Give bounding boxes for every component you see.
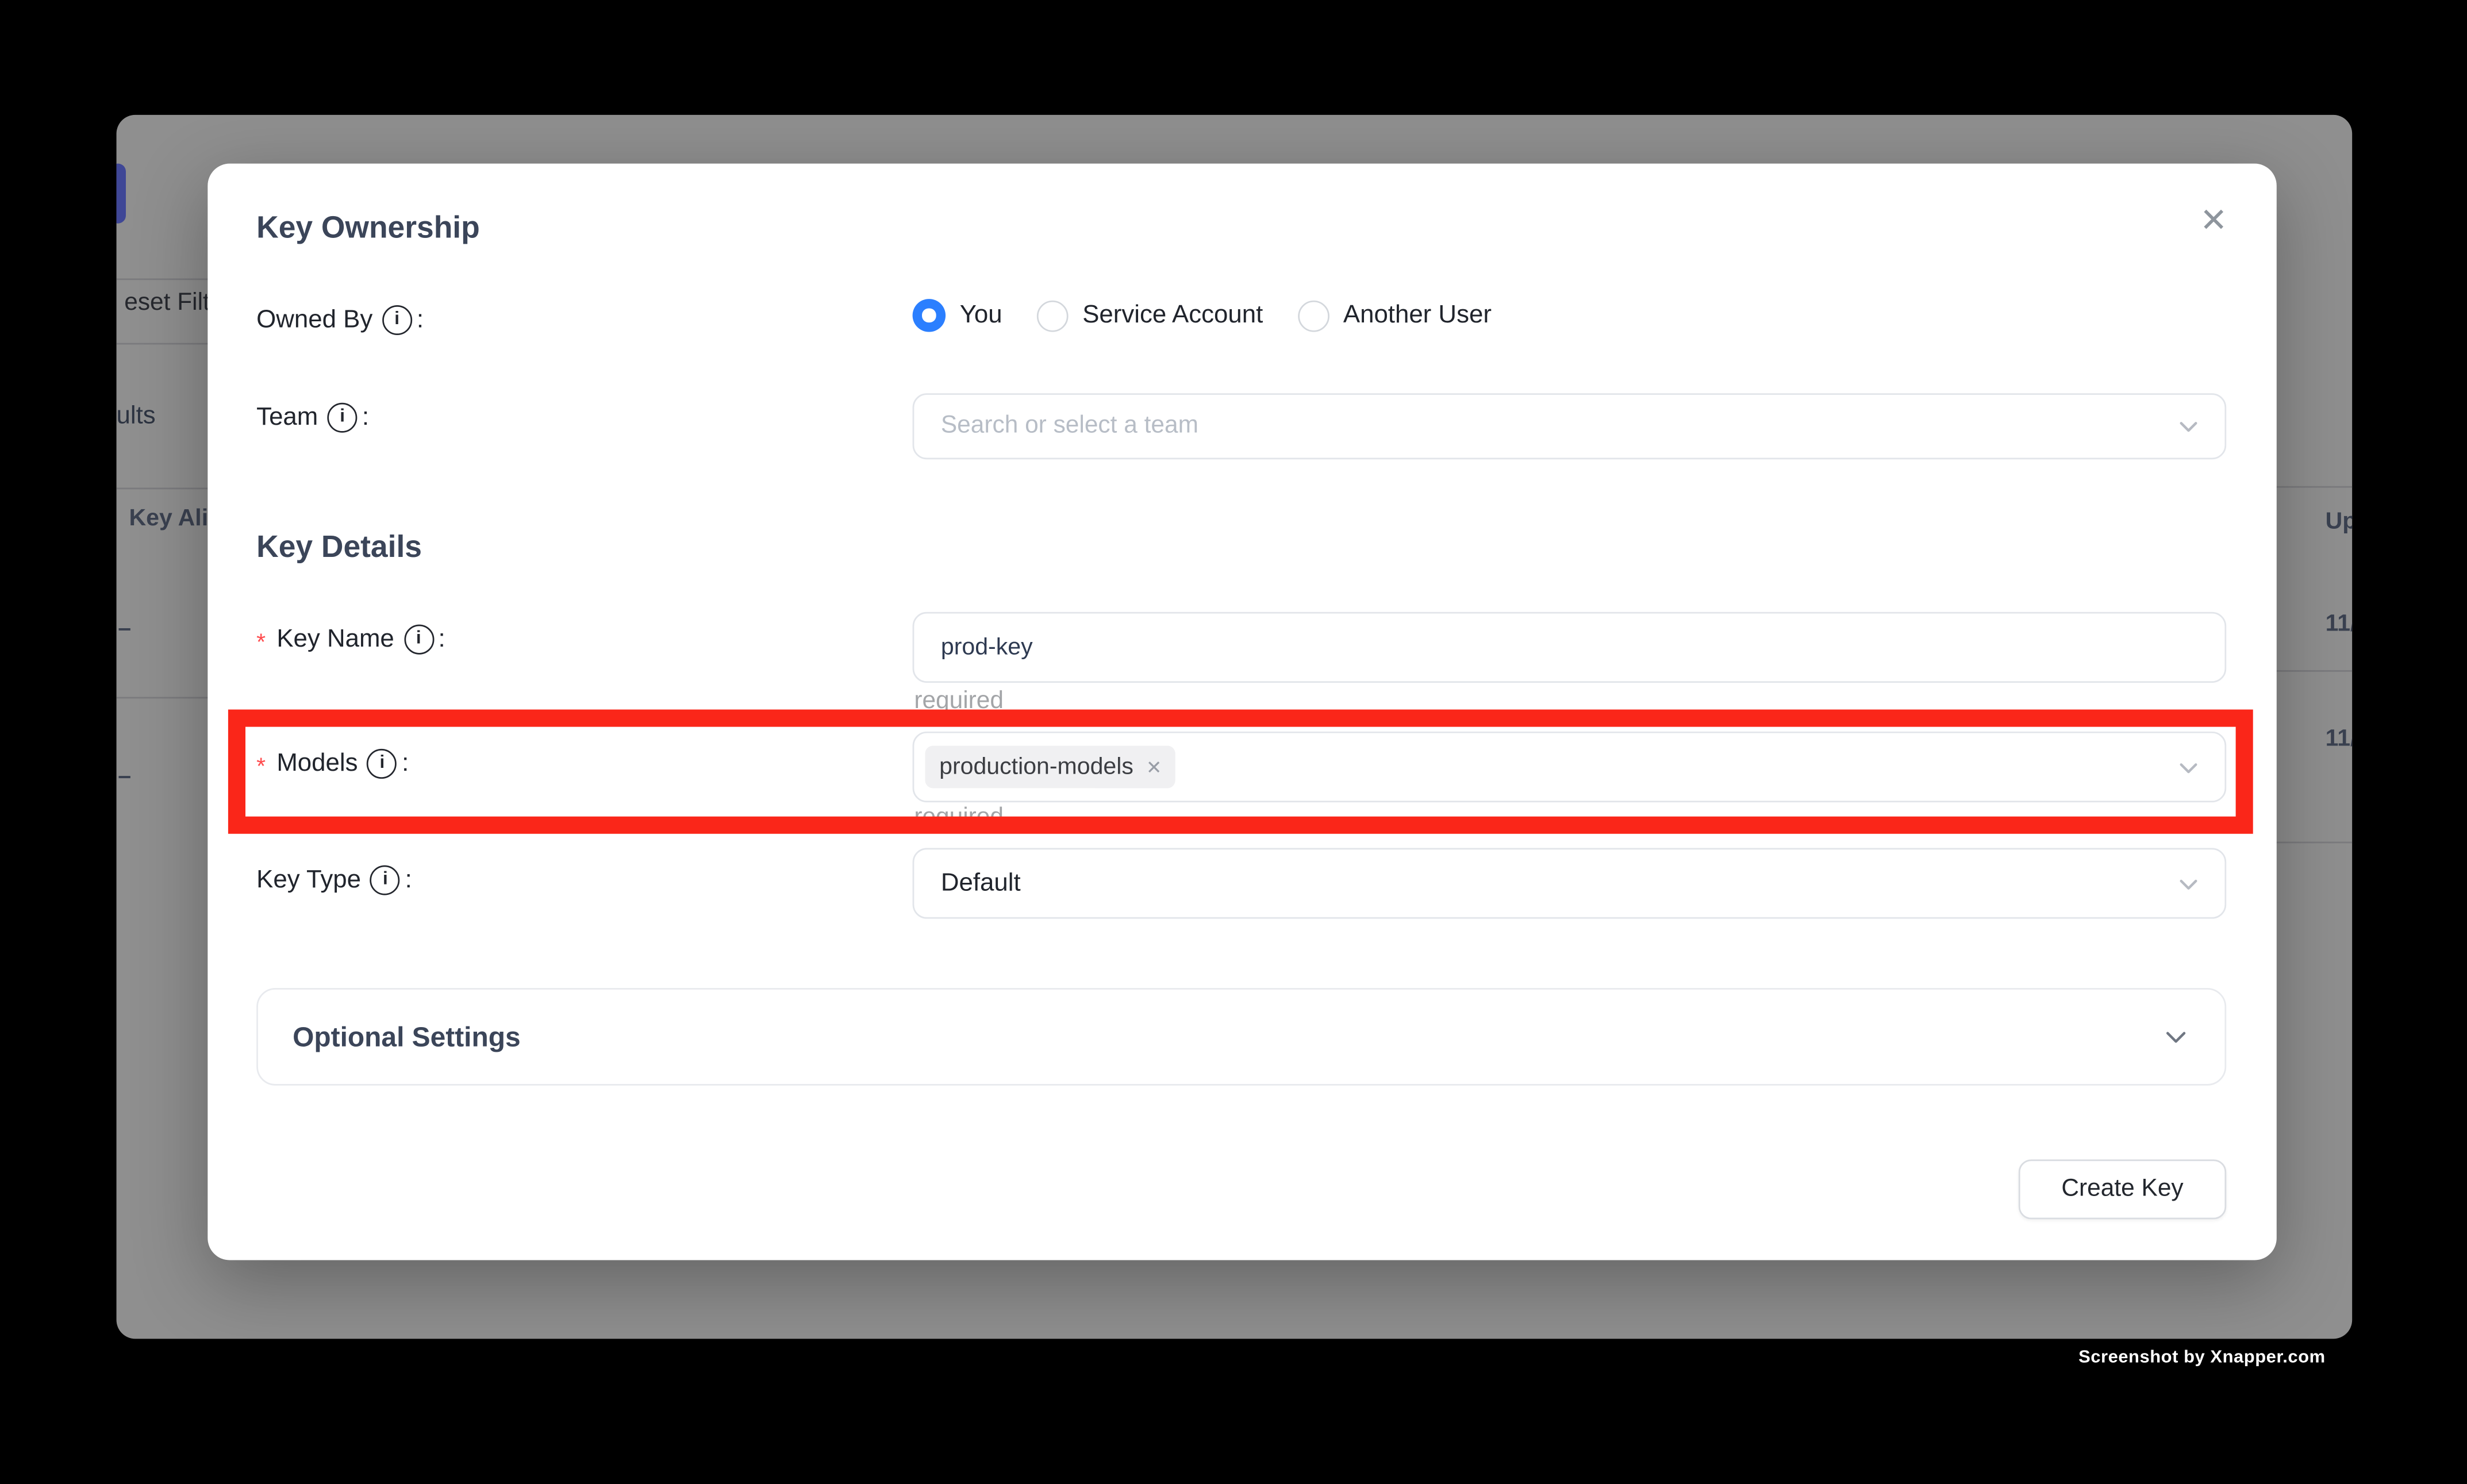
info-icon[interactable]: i bbox=[382, 305, 412, 335]
chevron-down-icon bbox=[2176, 414, 2201, 439]
radio-option-another-user[interactable]: Another User bbox=[1297, 299, 1491, 331]
radio-unselected-icon[interactable] bbox=[1037, 299, 1069, 331]
colon: : bbox=[405, 866, 412, 894]
owned-by-radio-group: You Service Account Another User bbox=[913, 299, 1492, 332]
create-key-button[interactable]: Create Key bbox=[2019, 1159, 2226, 1219]
team-label-text: Team bbox=[256, 403, 318, 432]
models-label: * Models i : bbox=[256, 749, 409, 779]
table-cell-date: 11/ bbox=[2326, 725, 2353, 752]
modal-title: Key Ownership bbox=[256, 211, 480, 247]
owned-by-label: Owned By i : bbox=[256, 305, 424, 335]
colon: : bbox=[402, 749, 409, 778]
owned-by-label-text: Owned By bbox=[256, 306, 372, 334]
key-type-label: Key Type i : bbox=[256, 865, 412, 895]
results-count-fragment: sults bbox=[117, 403, 156, 431]
model-tag: production-models ✕ bbox=[925, 745, 1176, 788]
key-name-required-hint: required bbox=[914, 687, 1004, 716]
colon: : bbox=[438, 625, 445, 653]
screenshot-stage: eset Filt sults Key Alia – – Up 11/ 11/ … bbox=[0, 0, 2467, 1484]
key-details-heading: Key Details bbox=[256, 530, 422, 566]
radio-unselected-icon[interactable] bbox=[1297, 299, 1329, 331]
divider bbox=[2269, 670, 2352, 672]
table-cell-date: 11/ bbox=[2326, 610, 2353, 637]
chevron-down-icon bbox=[2162, 1022, 2190, 1051]
divider bbox=[2269, 841, 2352, 843]
chevron-down-icon bbox=[2176, 871, 2201, 896]
info-icon[interactable]: i bbox=[328, 403, 358, 433]
table-cell-dash: – bbox=[118, 763, 131, 790]
models-label-text: Models bbox=[276, 749, 358, 778]
colon: : bbox=[362, 403, 369, 432]
team-select[interactable]: Search or select a team bbox=[913, 393, 2227, 459]
key-type-select[interactable]: Default bbox=[913, 848, 2227, 918]
team-select-placeholder: Search or select a team bbox=[914, 412, 1198, 440]
radio-label: Another User bbox=[1343, 301, 1492, 329]
radio-option-you[interactable]: You bbox=[913, 299, 1002, 332]
watermark-text: Screenshot by Xnapper.com bbox=[2078, 1348, 2326, 1367]
close-icon[interactable]: ✕ bbox=[2192, 198, 2236, 243]
radio-option-service-account[interactable]: Service Account bbox=[1037, 299, 1263, 331]
key-name-label: * Key Name i : bbox=[256, 625, 445, 655]
key-name-input[interactable] bbox=[913, 612, 2227, 683]
colon: : bbox=[417, 306, 424, 334]
key-type-label-text: Key Type bbox=[256, 866, 361, 894]
info-icon[interactable]: i bbox=[367, 749, 397, 779]
info-icon[interactable]: i bbox=[370, 865, 400, 895]
create-key-modal: Key Ownership ✕ Owned By i : You Service… bbox=[207, 164, 2276, 1260]
table-header-updated: Up bbox=[2326, 508, 2353, 535]
team-label: Team i : bbox=[256, 403, 369, 433]
required-asterisk: * bbox=[256, 753, 266, 781]
radio-label: Service Account bbox=[1082, 301, 1263, 329]
background-primary-button-sliver[interactable] bbox=[117, 164, 126, 224]
models-select[interactable]: production-models ✕ bbox=[913, 732, 2227, 802]
model-tag-label: production-models bbox=[939, 753, 1133, 781]
radio-selected-icon[interactable] bbox=[913, 299, 946, 332]
table-cell-dash: – bbox=[118, 615, 131, 642]
optional-settings-panel[interactable]: Optional Settings bbox=[256, 988, 2226, 1086]
info-icon[interactable]: i bbox=[404, 625, 433, 655]
models-required-hint: required bbox=[914, 804, 1004, 832]
remove-tag-icon[interactable]: ✕ bbox=[1146, 758, 1162, 776]
required-asterisk: * bbox=[256, 629, 266, 656]
radio-label: You bbox=[960, 301, 1002, 329]
chevron-down-icon bbox=[2176, 755, 2201, 780]
divider bbox=[2269, 486, 2352, 488]
key-type-selected-value: Default bbox=[914, 869, 1020, 897]
key-name-label-text: Key Name bbox=[276, 625, 394, 653]
reset-filters-button-fragment[interactable]: eset Filt bbox=[124, 290, 210, 318]
optional-settings-title: Optional Settings bbox=[293, 1020, 521, 1053]
